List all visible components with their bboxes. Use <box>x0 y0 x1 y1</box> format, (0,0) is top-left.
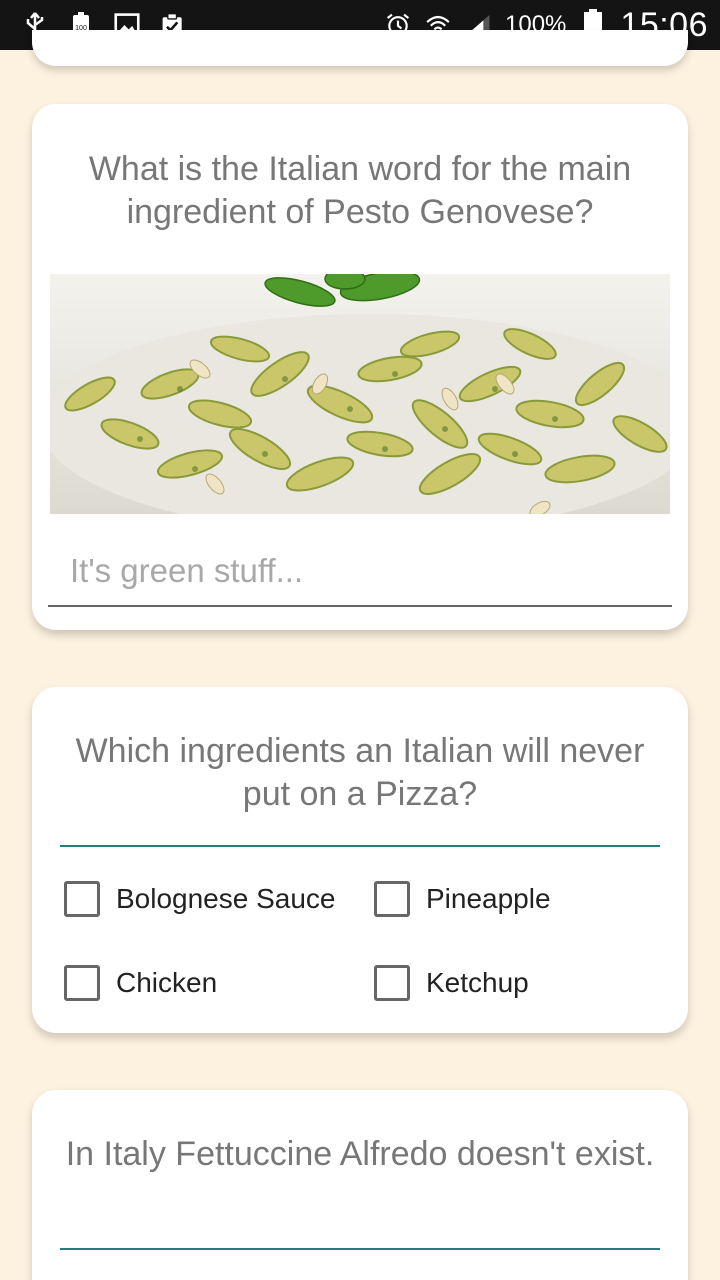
checkbox-icon[interactable] <box>374 965 410 1001</box>
question-text: In Italy Fettuccine Alfredo doesn't exis… <box>65 1135 655 1173</box>
checkbox-icon[interactable] <box>64 965 100 1001</box>
option-label: Bolognese Sauce <box>116 883 336 914</box>
checkbox-icon[interactable] <box>64 881 100 917</box>
question-card-pizza: Which ingredients an Italian will never … <box>32 687 688 1033</box>
option-ketchup[interactable]: Ketchup <box>374 965 529 1001</box>
checkbox-icon[interactable] <box>374 881 410 917</box>
pesto-pasta-image <box>50 274 670 514</box>
option-label: Chicken <box>116 967 218 998</box>
question-card-fettuccine: In Italy Fettuccine Alfredo doesn't exis… <box>32 1090 688 1280</box>
option-label: Pineapple <box>426 883 551 914</box>
option-bolognese-sauce[interactable]: Bolognese Sauce <box>64 881 336 917</box>
question-divider <box>60 1248 660 1250</box>
answer-input[interactable]: It's green stuff... <box>48 548 672 607</box>
previous-card-edge <box>32 30 688 66</box>
option-label: Ketchup <box>426 967 529 998</box>
question-card-pesto: What is the Italian word for the main in… <box>32 104 688 630</box>
question-text: Which ingredients an Italian will never … <box>75 732 645 813</box>
question-divider <box>60 845 660 847</box>
option-pineapple[interactable]: Pineapple <box>374 881 551 917</box>
option-chicken[interactable]: Chicken <box>64 965 217 1001</box>
question-text: What is the Italian word for the main in… <box>88 150 632 231</box>
